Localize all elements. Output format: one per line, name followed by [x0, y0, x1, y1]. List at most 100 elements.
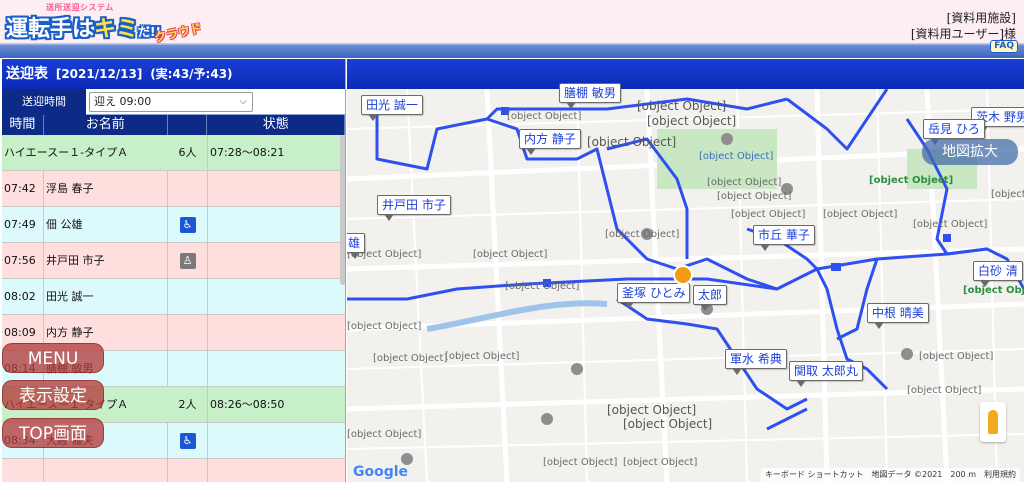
row-time: 07:49 [2, 207, 44, 242]
header-stripe [0, 44, 1024, 58]
place-name: [object Object] [907, 385, 982, 396]
place-name: [object Object] [505, 281, 580, 292]
wheelchair-icon: ♿ [179, 217, 196, 233]
row-icon: ♿ [168, 207, 208, 242]
map-label[interactable]: 岳見 ひろ [923, 119, 985, 145]
place-name: [object Object] [869, 175, 954, 186]
row-status [208, 171, 345, 206]
map-label[interactable]: 関取 太郎丸 [789, 361, 863, 387]
row-icon: ♙ [168, 243, 208, 278]
map-label[interactable]: 膳棚 敏男 [559, 83, 621, 109]
row-status [208, 243, 345, 278]
display-settings-button[interactable]: 表示設定 [2, 380, 104, 410]
vehicle-status: 07:28〜08:21 [208, 135, 345, 170]
map-label[interactable]: 市丘 華子 [753, 225, 815, 251]
row-status [208, 459, 345, 482]
top-page-button[interactable]: TOP画面 [2, 418, 104, 448]
place-name: [object Object] [473, 249, 548, 260]
map-label[interactable]: 田光 誠一 [361, 95, 423, 121]
app-logo[interactable]: 送所送迎システム 運転手はキミだ!! クラウド [4, 2, 204, 45]
row-icon [168, 459, 208, 482]
vehicle-marker-icon[interactable] [673, 265, 693, 285]
row-name: 田光 誠一 [44, 279, 168, 314]
place-name: [object Object] [823, 209, 898, 220]
row-icon [168, 315, 208, 350]
schedule-title-bar: 送迎表 [2021/12/13] (実:43/予:43) [2, 59, 345, 89]
row-icon [168, 279, 208, 314]
table-header: 時間 お名前 状態 [2, 115, 345, 135]
google-logo: Google [353, 464, 409, 480]
place-name: [object Object] [707, 177, 782, 188]
table-row[interactable]: 07:49 佃 公雄 ♿ [2, 207, 345, 243]
place-name: [object Object] [605, 229, 680, 240]
row-name: 浮島 春子 [44, 171, 168, 206]
place-name: [object Object] [347, 429, 422, 440]
logo-main: 運転手はキミだ!! [6, 17, 161, 42]
row-icon: ♿ [168, 423, 208, 458]
place-name: [object Object] [507, 111, 582, 122]
col-time: 時間 [2, 115, 44, 135]
vehicle-status: 08:26〜08:50 [208, 387, 345, 422]
map-top-bar [347, 59, 1024, 89]
row-time [2, 459, 44, 482]
place-name: [object Object] [445, 351, 520, 362]
faq-button[interactable]: FAQ [990, 40, 1018, 53]
street-view-pegman-icon[interactable] [980, 402, 1006, 442]
place-name: [object Object] [623, 417, 713, 431]
row-time: 07:56 [2, 243, 44, 278]
place-name: [object Object] [647, 114, 737, 128]
map-label[interactable]: 中根 晴美 [867, 303, 929, 329]
time-selector-row: 送迎時間 迎え 09:00 ⌵ [2, 88, 345, 115]
place-name: [object Object] [347, 321, 422, 332]
menu-button[interactable]: MENU [2, 343, 104, 373]
place-name: [object Object] [991, 189, 1024, 200]
place-name: [object Object] [587, 135, 677, 149]
row-icon [168, 351, 208, 386]
vehicle-name: ハイエースー１-タイプＡ [4, 146, 129, 159]
time-select[interactable]: 迎え 09:00 ⌵ [89, 91, 253, 112]
place-name: [object Object] [607, 403, 697, 417]
facility-name: [資料用施設] [946, 11, 1016, 25]
place-name: [object Object] [963, 285, 1024, 296]
place-name: [object Object] [731, 209, 806, 220]
map-label[interactable]: 軍水 希典 [725, 349, 787, 375]
row-status [208, 207, 345, 242]
map-label[interactable]: 釜塚 ひとみ [617, 283, 691, 309]
place-name: [object Object] [699, 151, 774, 162]
place-name: [object Object] [919, 351, 994, 362]
table-row[interactable]: 08:02 田光 誠一 [2, 279, 345, 315]
place-name: [object Object] [637, 99, 727, 113]
row-status [208, 351, 345, 386]
map-label[interactable]: 雄 [347, 233, 366, 259]
map-label[interactable]: 太郎 [693, 285, 728, 311]
wheelchair-icon: ♿ [179, 433, 196, 449]
scrollbar[interactable] [340, 135, 345, 285]
vehicle-row[interactable]: ハイエースー１-タイプＡ 6人 07:28〜08:21 [2, 135, 345, 171]
place-name: [object Object] [717, 191, 792, 202]
row-name [44, 459, 168, 482]
col-icon [168, 115, 208, 135]
table-row[interactable]: 07:56 井戸田 市子 ♙ [2, 243, 345, 279]
schedule-title: 送迎表 [6, 66, 48, 82]
row-icon [168, 171, 208, 206]
place-name: [object Object] [913, 219, 988, 230]
row-name: 井戸田 市子 [44, 243, 168, 278]
map-label[interactable]: 内方 静子 [519, 129, 581, 155]
map-footer: Google キーボード ショートカット 地図データ ©2021 200 m 利… [347, 464, 1024, 482]
map-label[interactable]: 白砂 清 [973, 261, 1023, 287]
map-label[interactable]: 井戸田 市子 [377, 195, 451, 221]
route-map[interactable]: [object Object] [object Object] [object … [347, 59, 1024, 482]
map-zoom-button[interactable]: 地図拡大 [922, 139, 1018, 165]
schedule-date: [2021/12/13] [55, 67, 143, 81]
chevron-down-icon: ⌵ [239, 95, 247, 107]
col-status: 状態 [207, 115, 345, 135]
place-name: [object Object] [373, 353, 448, 364]
col-name: お名前 [44, 115, 168, 135]
table-row[interactable]: 07:42 浮島 春子 [2, 171, 345, 207]
table-row[interactable] [2, 459, 345, 482]
row-time: 08:02 [2, 279, 44, 314]
walker-icon: ♙ [179, 253, 196, 269]
map-attribution[interactable]: キーボード ショートカット 地図データ ©2021 200 m 利用規約 [760, 468, 1020, 482]
time-select-value: 迎え 09:00 [94, 94, 152, 108]
row-status [208, 279, 345, 314]
